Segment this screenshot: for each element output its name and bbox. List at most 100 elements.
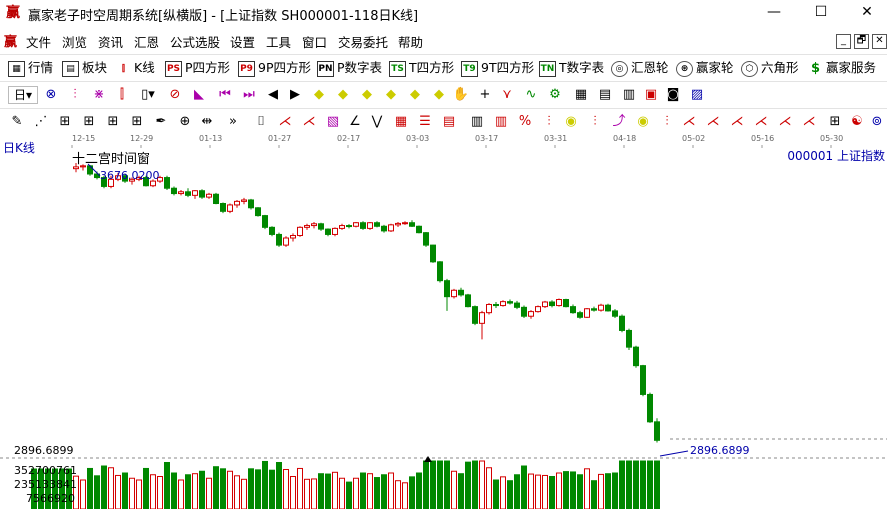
menu-app-icon[interactable]: 赢 (4, 31, 17, 50)
grid-toggle-icon[interactable]: ⊞ (826, 113, 844, 131)
calculator-icon[interactable]: ▤ (596, 86, 614, 104)
menu-huien[interactable]: 汇恩 (134, 32, 159, 51)
mdi-restore-button[interactable]: 🗗 (854, 34, 869, 49)
arrows-icon[interactable]: ⇹ (198, 113, 216, 131)
network-icon[interactable]: ⋇ (90, 86, 108, 104)
grid-draw2-icon[interactable]: ⊞ (80, 113, 98, 131)
ruler2-icon[interactable]: ▥ (492, 113, 510, 131)
trend-icon[interactable]: ⤴ (610, 113, 628, 131)
winner-service-button[interactable]: $ 赢家服务 (808, 59, 876, 77)
candlestick-chart[interactable] (0, 134, 887, 509)
menu-browse[interactable]: 浏览 (62, 32, 87, 51)
gear-icon[interactable]: ⚙ (546, 86, 564, 104)
ruler-icon[interactable]: ▥ (468, 113, 486, 131)
kline-button[interactable]: ⫿ K线 (116, 59, 155, 77)
fan-icon[interactable]: ⋰ (32, 113, 50, 131)
diamond-shrink-icon[interactable]: ◆ (430, 86, 448, 104)
fib3-icon[interactable]: ⫶ (658, 113, 676, 131)
more-right-icon[interactable]: ⊚ (868, 113, 886, 131)
p-number-table-button[interactable]: PN P数字表 (317, 59, 382, 77)
menu-file[interactable]: 文件 (26, 32, 51, 51)
diamond-expand-icon[interactable]: ◆ (406, 86, 424, 104)
quotes-button[interactable]: ▦ 行情 (8, 59, 53, 77)
fan7-icon[interactable]: ⋌ (800, 113, 818, 131)
last-icon[interactable]: ⏭ (240, 86, 258, 104)
p-square-button[interactable]: PS P四方形 (165, 59, 230, 77)
kline-small-icon[interactable]: ⫿ (113, 86, 131, 104)
fan-lines2-icon[interactable]: ⋌ (300, 113, 318, 131)
menu-tools[interactable]: 工具 (266, 32, 291, 51)
yin-yang-icon[interactable]: ☯ (848, 113, 866, 131)
winner-wheel-button[interactable]: ⊛ 赢家轮 (676, 59, 734, 77)
next-icon[interactable]: ▶ (286, 86, 304, 104)
print-icon[interactable]: ▨ (688, 86, 706, 104)
calendar-icon[interactable]: ▦ (572, 86, 590, 104)
first-icon[interactable]: ⏮ (216, 86, 234, 104)
huien-wheel-button[interactable]: ◎ 汇恩轮 (611, 59, 669, 77)
camera-icon[interactable]: ◙ (664, 86, 682, 104)
fib2-icon[interactable]: ⫶ (586, 113, 604, 131)
coin-icon[interactable]: ◉ (562, 113, 580, 131)
percent-icon[interactable]: % (516, 113, 534, 131)
lines-icon[interactable]: ☰ (416, 113, 434, 131)
pencil-icon[interactable]: ✎ (8, 113, 26, 131)
mdi-close-button[interactable]: ✕ (872, 34, 887, 49)
coin2-icon[interactable]: ◉ (634, 113, 652, 131)
table-icon[interactable]: ▥ (620, 86, 638, 104)
9p-square-button[interactable]: P9 9P四方形 (238, 59, 311, 77)
menu-help[interactable]: 帮助 (398, 32, 423, 51)
fan4-icon[interactable]: ⋌ (728, 113, 746, 131)
fan-lines-icon[interactable]: ⋌ (276, 113, 294, 131)
pen-icon[interactable]: ✒ (152, 113, 170, 131)
fan6-icon[interactable]: ⋌ (776, 113, 794, 131)
volume-bar (605, 473, 611, 509)
minimize-button[interactable]: — (752, 0, 796, 26)
hatch-icon[interactable]: ▧ (324, 113, 342, 131)
tool-icon[interactable]: ⊘ (166, 86, 184, 104)
bracket-icon[interactable]: ⌷ (252, 113, 270, 131)
crosshair-icon[interactable]: + (476, 86, 494, 104)
menu-trade[interactable]: 交易委托 (338, 32, 388, 51)
mdi-minimize-button[interactable]: _ (836, 34, 851, 49)
bars-icon[interactable]: ⫶ (66, 86, 84, 104)
maximize-button[interactable]: ☐ (799, 0, 843, 26)
diamond-up-icon[interactable]: ◆ (358, 86, 376, 104)
hand-icon[interactable]: ✋ (452, 86, 470, 104)
menu-formula[interactable]: 公式选股 (170, 32, 220, 51)
period-select[interactable]: 日▾ (8, 86, 38, 104)
fan3-icon[interactable]: ⋌ (704, 113, 722, 131)
grid-draw-icon[interactable]: ⊞ (56, 113, 74, 131)
grid-draw3-icon[interactable]: ⊞ (104, 113, 122, 131)
line-tool-icon[interactable]: ⋎ (498, 86, 516, 104)
sector-button[interactable]: ▤ 板块 (62, 59, 107, 77)
save-icon[interactable]: ▣ (642, 86, 660, 104)
kline-chart-area[interactable]: 12-15 12-29 01-13 01-27 02-17 03-03 03-1… (0, 134, 887, 509)
stripes-icon[interactable]: ▤ (440, 113, 458, 131)
diamond-right-icon[interactable]: ◆ (334, 86, 352, 104)
flag-icon[interactable]: ◣ (190, 86, 208, 104)
zoom-icon[interactable]: ⊗ (42, 86, 60, 104)
volume-bar (458, 473, 464, 509)
diamond-left-icon[interactable]: ◆ (310, 86, 328, 104)
candle-select-icon[interactable]: ▯▾ (139, 86, 157, 104)
fib-icon[interactable]: ⫶ (540, 113, 558, 131)
fan2-icon[interactable]: ⋌ (680, 113, 698, 131)
t-number-table-button[interactable]: TN T数字表 (539, 59, 604, 77)
menu-window[interactable]: 窗口 (302, 32, 327, 51)
t-square-button[interactable]: TS T四方形 (389, 59, 454, 77)
circle-grid-icon[interactable]: ⊕ (176, 113, 194, 131)
grid-draw4-icon[interactable]: ⊞ (128, 113, 146, 131)
angle-icon[interactable]: ∠ (346, 113, 364, 131)
menu-info[interactable]: 资讯 (98, 32, 123, 51)
9t-square-button[interactable]: T9 9T四方形 (461, 59, 534, 77)
prev-icon[interactable]: ◀ (264, 86, 282, 104)
more-icon[interactable]: » (224, 113, 242, 131)
hexagon-button[interactable]: ⬡ 六角形 (741, 59, 799, 77)
menu-settings[interactable]: 设置 (230, 32, 255, 51)
box-grid-icon[interactable]: ▦ (392, 113, 410, 131)
wave-icon[interactable]: ∿ (522, 86, 540, 104)
vee-icon[interactable]: ⋁ (368, 113, 386, 131)
diamond-down-icon[interactable]: ◆ (382, 86, 400, 104)
fan5-icon[interactable]: ⋌ (752, 113, 770, 131)
close-button[interactable]: ✕ (845, 0, 887, 26)
